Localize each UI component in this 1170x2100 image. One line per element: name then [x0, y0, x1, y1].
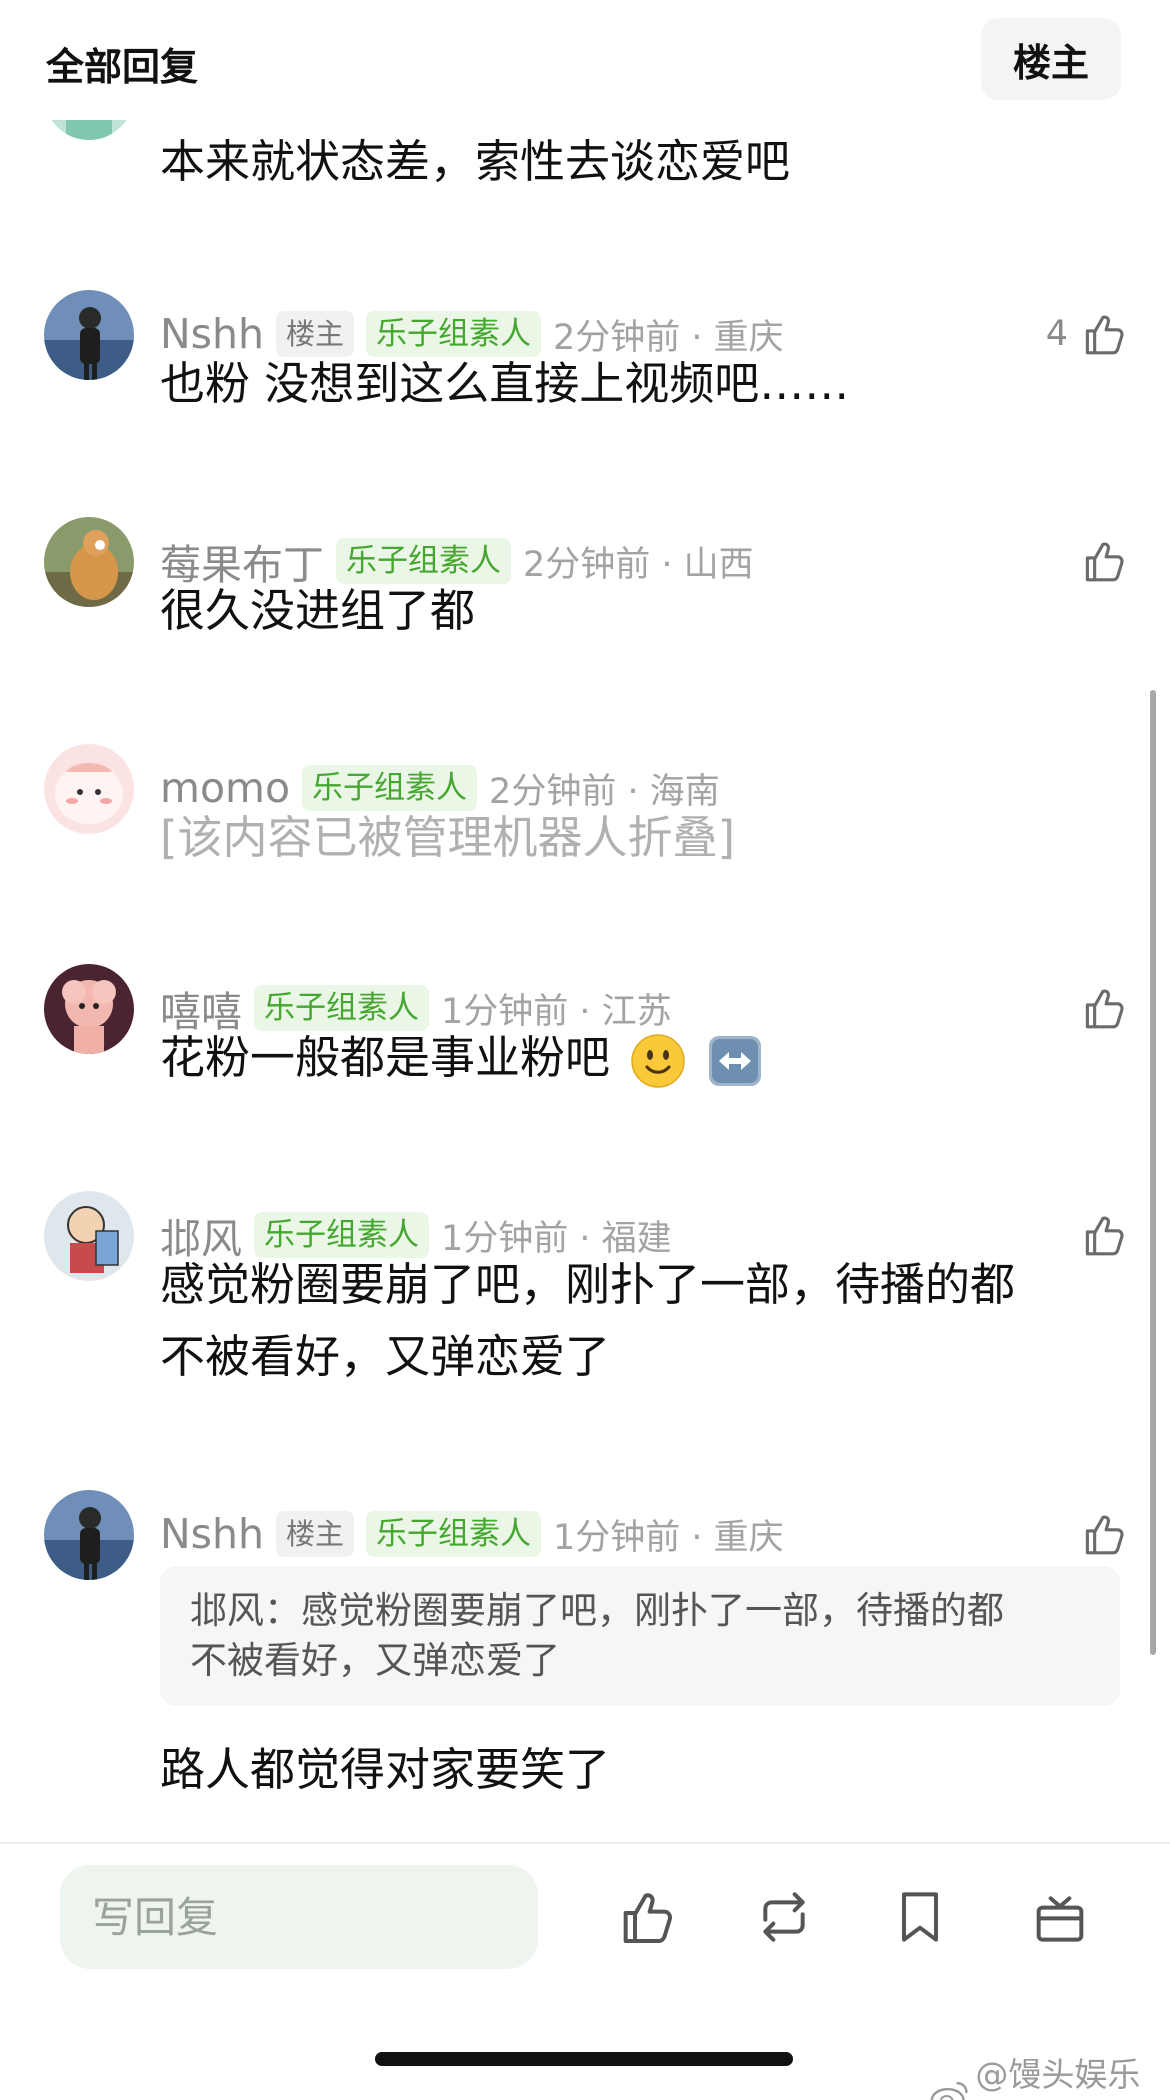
comment-text-row: 花粉一般都是事业粉吧: [160, 1022, 765, 1094]
avatar[interactable]: [44, 1490, 134, 1580]
avatar[interactable]: [44, 1191, 134, 1281]
like-button[interactable]: 4: [1046, 306, 1128, 362]
like-button[interactable]: [1078, 533, 1128, 589]
like-button[interactable]: [1078, 980, 1128, 1036]
page-title: 全部回复: [46, 45, 199, 89]
thumbs-up-icon[interactable]: [1078, 1509, 1128, 1559]
like-icon[interactable]: [615, 1885, 679, 1949]
scrollbar[interactable]: [1150, 690, 1156, 1655]
like-button[interactable]: [1078, 1506, 1128, 1562]
thumbs-up-icon[interactable]: [1078, 1210, 1128, 1260]
username[interactable]: Nshh: [160, 1510, 264, 1558]
group-badge[interactable]: 乐子组素人: [366, 1511, 542, 1557]
comment-meta: Nshh 楼主 乐子组素人 1分钟前 · 重庆: [160, 1506, 784, 1562]
comment-text: 很久没进组了都: [160, 584, 476, 637]
header: 全部回复 楼主: [0, 0, 1170, 120]
like-count: 4: [1045, 314, 1068, 354]
left-right-arrow-icon: [707, 1033, 765, 1089]
comment-text: 花粉一般都是事业粉吧: [160, 1031, 611, 1084]
comment-text: 路人都觉得对家要笑了: [160, 1743, 611, 1796]
weibo-logo-icon: [930, 2081, 968, 2100]
op-badge: 楼主: [276, 1511, 355, 1557]
folded-notice[interactable]: [该内容已被管理机器人折叠]: [160, 802, 735, 874]
comment-text-line: 感觉粉圈要崩了吧，刚扑了一部，待播的都: [160, 1258, 1016, 1311]
thumbs-up-icon[interactable]: [1078, 536, 1128, 586]
bookmark-icon[interactable]: [888, 1885, 952, 1949]
avatar[interactable]: [44, 964, 134, 1054]
gift-icon[interactable]: [1028, 1885, 1092, 1949]
thumbs-up-icon[interactable]: [1078, 983, 1128, 1033]
op-only-button[interactable]: 楼主: [981, 18, 1121, 100]
quoted-text-line: 邶风：感觉粉圈要崩了吧，刚扑了一部，待播的都: [190, 1589, 1004, 1632]
home-indicator[interactable]: [375, 2052, 793, 2066]
repost-icon[interactable]: [752, 1885, 816, 1949]
slightly-smiling-face-icon: [630, 1033, 686, 1089]
like-button[interactable]: [1078, 1207, 1128, 1263]
quoted-reply[interactable]: 邶风：感觉粉圈要崩了吧，刚扑了一部，待播的都 不被看好，又弹恋爱了: [160, 1566, 1120, 1706]
avatar[interactable]: [44, 290, 134, 380]
thumbs-up-icon[interactable]: [1078, 309, 1128, 359]
quoted-text-line: 不被看好，又弹恋爱了: [190, 1639, 560, 1682]
timestamp-location: 1分钟前 · 重庆: [553, 1517, 784, 1558]
comment-text: 也粉 没想到这么直接上视频吧……: [160, 357, 850, 410]
timestamp-location: 2分钟前 · 山西: [523, 544, 754, 585]
avatar[interactable]: [44, 517, 134, 607]
comment-text: 本来就状态差，索性去谈恋爱吧: [160, 135, 791, 188]
watermark-text: @馒头娱乐酱: [975, 2055, 1141, 2094]
divider: [0, 1842, 1170, 1844]
reply-input[interactable]: [60, 1865, 538, 1969]
watermark: @馒头娱乐酱: [930, 2048, 1170, 2100]
avatar[interactable]: [44, 744, 134, 834]
comment-text-line: 不被看好，又弹恋爱了: [160, 1330, 611, 1383]
